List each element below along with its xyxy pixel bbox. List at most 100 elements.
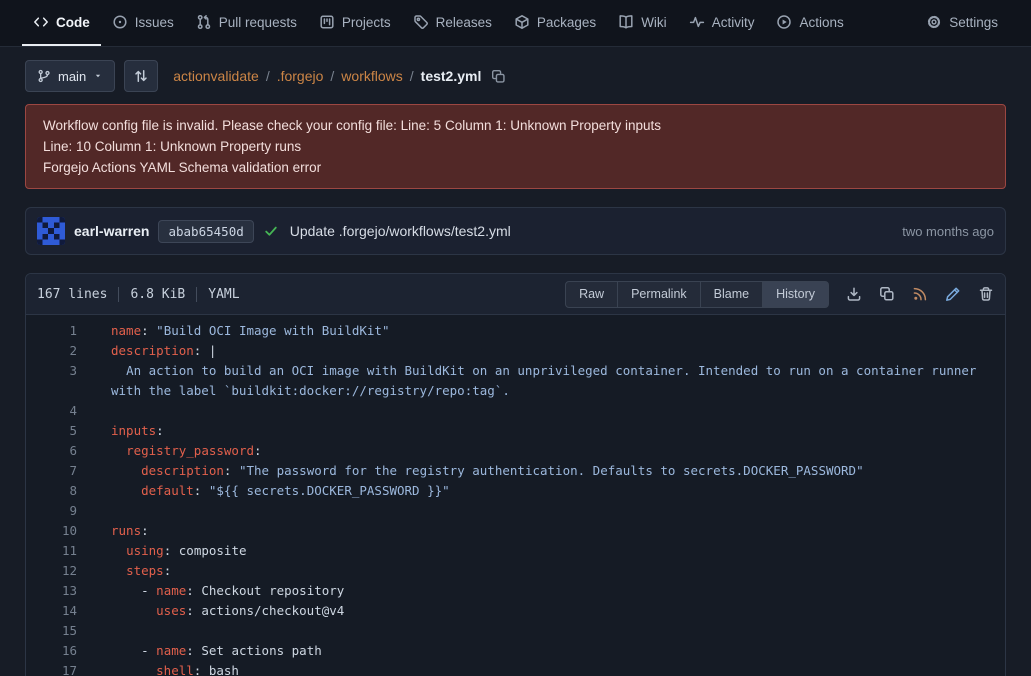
line-number[interactable]: 10	[26, 521, 90, 541]
file-view-buttons: RawPermalinkBlameHistory	[565, 281, 829, 308]
line-number[interactable]: 6	[26, 441, 90, 461]
copy-path-icon[interactable]	[491, 69, 506, 84]
code-line: 12 steps:	[26, 561, 1005, 581]
avatar[interactable]	[37, 217, 65, 245]
code-token: An action to build an OCI image with Bui…	[111, 363, 984, 398]
line-number[interactable]: 15	[26, 621, 90, 641]
line-number[interactable]: 9	[26, 501, 90, 521]
permalink-button[interactable]: Permalink	[617, 281, 701, 308]
code-token: name	[156, 643, 186, 658]
code-token: bash	[209, 663, 239, 676]
error-banner: Workflow config file is invalid. Please …	[25, 104, 1006, 189]
activity-icon	[689, 14, 705, 30]
commit-message[interactable]: Update .forgejo/workflows/test2.yml	[290, 223, 511, 239]
nav-tab-code[interactable]: Code	[22, 0, 101, 46]
caret-down-icon	[93, 71, 103, 81]
line-number[interactable]: 4	[26, 401, 90, 421]
commit-author[interactable]: earl-warren	[74, 223, 149, 239]
code-line: 3 An action to build an OCI image with B…	[26, 361, 1005, 401]
breadcrumb: actionvalidate/.forgejo/workflows/test2.…	[173, 68, 481, 84]
commit-hash-badge[interactable]: abab65450d	[158, 220, 253, 243]
packages-icon	[514, 14, 530, 30]
line-number[interactable]: 8	[26, 481, 90, 501]
code-line-content: description: "The password for the regis…	[90, 461, 1005, 481]
code-line-content: default: "${{ secrets.DOCKER_PASSWORD }}…	[90, 481, 1005, 501]
rss-button[interactable]	[912, 286, 928, 302]
nav-tab-label: Actions	[799, 15, 843, 30]
code-token: name	[156, 583, 186, 598]
code-line-content: shell: bash	[90, 661, 1005, 676]
line-number[interactable]: 3	[26, 361, 90, 381]
nav-tab-actions[interactable]: Actions	[765, 0, 854, 46]
nav-tab-label: Releases	[436, 15, 492, 30]
code-token: steps	[126, 563, 164, 578]
code-line: 2 description: |	[26, 341, 1005, 361]
code-token: : |	[194, 343, 217, 358]
nav-tab-pull-requests[interactable]: Pull requests	[185, 0, 308, 46]
compare-button[interactable]	[124, 60, 158, 92]
code-token: Set actions path	[201, 643, 321, 658]
code-line: 5inputs:	[26, 421, 1005, 441]
line-number[interactable]: 14	[26, 601, 90, 621]
nav-tab-issues[interactable]: Issues	[101, 0, 185, 46]
nav-tab-label: Pull requests	[219, 15, 297, 30]
file-icon-buttons	[829, 286, 994, 302]
code-line-content: registry_password:	[90, 441, 1005, 461]
code-token: :	[141, 523, 149, 538]
line-number[interactable]: 13	[26, 581, 90, 601]
code-token	[111, 603, 156, 618]
file-view-card: 167 lines 6.8 KiB YAML RawPermalinkBlame…	[25, 273, 1006, 676]
git-branch-icon	[37, 69, 51, 83]
line-number[interactable]: 11	[26, 541, 90, 561]
nav-tab-packages[interactable]: Packages	[503, 0, 607, 46]
code-line: 6 registry_password:	[26, 441, 1005, 461]
nav-tab-projects[interactable]: Projects	[308, 0, 402, 46]
check-icon[interactable]	[263, 223, 279, 239]
nav-tab-label: Projects	[342, 15, 391, 30]
breadcrumb-separator: /	[410, 68, 414, 84]
line-number[interactable]: 1	[26, 321, 90, 341]
code-view: 1name: "Build OCI Image with BuildKit"2d…	[26, 315, 1005, 676]
nav-tab-settings[interactable]: Settings	[915, 0, 1009, 46]
code-line-content: using: composite	[90, 541, 1005, 561]
breadcrumb-link[interactable]: .forgejo	[277, 68, 324, 84]
code-token: registry_password	[126, 443, 254, 458]
line-number[interactable]: 7	[26, 461, 90, 481]
copy-button[interactable]	[879, 286, 895, 302]
line-number[interactable]: 2	[26, 341, 90, 361]
code-token: -	[111, 643, 156, 658]
nav-tab-wiki[interactable]: Wiki	[607, 0, 678, 46]
nav-tab-label: Packages	[537, 15, 596, 30]
raw-button[interactable]: Raw	[565, 281, 618, 308]
pull-request-icon	[196, 14, 212, 30]
code-token: :	[164, 563, 172, 578]
code-token: -	[111, 583, 156, 598]
code-token: :	[186, 603, 201, 618]
trash-icon	[978, 286, 994, 302]
breadcrumb-link[interactable]: workflows	[341, 68, 402, 84]
breadcrumb-link[interactable]: actionvalidate	[173, 68, 259, 84]
line-number[interactable]: 16	[26, 641, 90, 661]
branch-selector[interactable]: main	[25, 60, 115, 92]
projects-icon	[319, 14, 335, 30]
pencil-button[interactable]	[945, 286, 961, 302]
nav-tab-label: Activity	[712, 15, 755, 30]
actions-icon	[776, 14, 792, 30]
nav-tab-label: Issues	[135, 15, 174, 30]
code-token: "The password for the registry authentic…	[239, 463, 864, 478]
code-line: 14 uses: actions/checkout@v4	[26, 601, 1005, 621]
code-token: description	[111, 343, 194, 358]
line-number[interactable]: 17	[26, 661, 90, 676]
download-button[interactable]	[846, 286, 862, 302]
trash-button[interactable]	[978, 286, 994, 302]
blame-button[interactable]: Blame	[700, 281, 763, 308]
nav-tab-activity[interactable]: Activity	[678, 0, 766, 46]
nav-right: Settings	[915, 0, 1009, 46]
code-line: 17 shell: bash	[26, 661, 1005, 676]
line-number[interactable]: 5	[26, 421, 90, 441]
code-line-content: steps:	[90, 561, 1005, 581]
nav-tab-releases[interactable]: Releases	[402, 0, 503, 46]
line-number[interactable]: 12	[26, 561, 90, 581]
history-button[interactable]: History	[762, 281, 829, 308]
code-token: shell	[156, 663, 194, 676]
